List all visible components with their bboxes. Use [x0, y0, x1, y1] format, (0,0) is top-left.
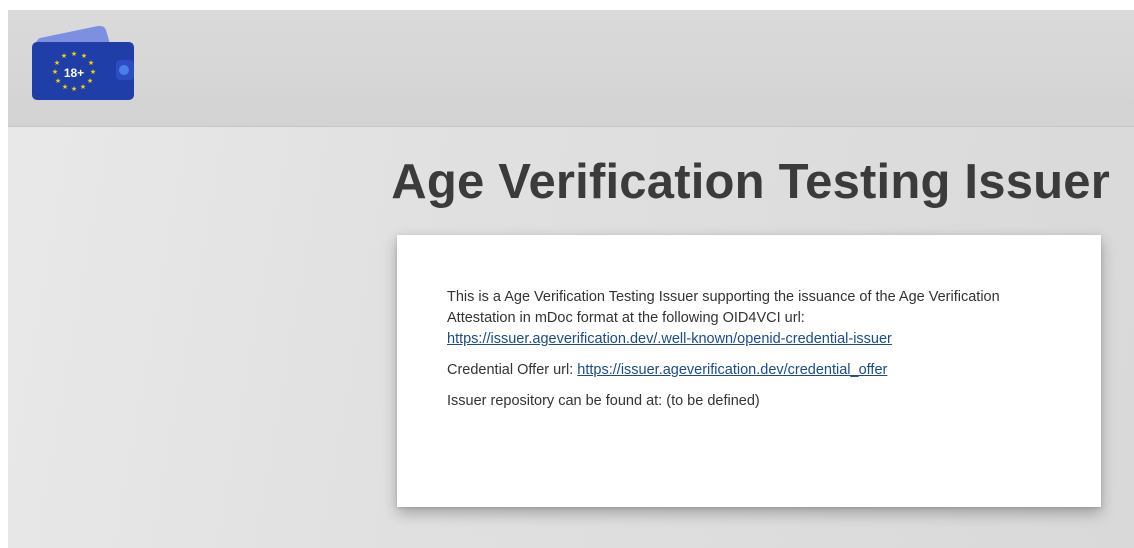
svg-text:★: ★ [54, 59, 60, 67]
offer-label: Credential Offer url: [447, 362, 574, 378]
svg-text:★: ★ [71, 85, 77, 93]
age-18-plus-wallet-icon[interactable]: ★ ★ ★ ★ ★ ★ ★ ★ ★ ★ ★ ★ 18+ [28, 22, 136, 102]
intro-text: This is a Age Verification Testing Issue… [447, 289, 1000, 326]
header-bar: ★ ★ ★ ★ ★ ★ ★ ★ ★ ★ ★ ★ 18+ [8, 10, 1134, 127]
svg-text:★: ★ [61, 52, 67, 60]
credential-offer-link[interactable]: https://issuer.ageverification.dev/crede… [577, 362, 887, 378]
svg-text:★: ★ [87, 77, 93, 85]
issuer-url-link[interactable]: https://issuer.ageverification.dev/.well… [447, 331, 892, 347]
svg-text:★: ★ [55, 77, 61, 85]
svg-text:★: ★ [90, 68, 96, 76]
svg-text:★: ★ [80, 83, 86, 91]
offer-paragraph: Credential Offer url: https://issuer.age… [447, 360, 1047, 381]
page-title: Age Verification Testing Issuer [391, 155, 1110, 209]
page-frame: ★ ★ ★ ★ ★ ★ ★ ★ ★ ★ ★ ★ 18+ Age Verifica… [8, 10, 1134, 548]
info-card-body: This is a Age Verification Testing Issue… [447, 287, 1047, 422]
svg-text:★: ★ [62, 83, 68, 91]
svg-text:★: ★ [52, 68, 58, 76]
info-card: This is a Age Verification Testing Issue… [397, 235, 1101, 507]
intro-paragraph: This is a Age Verification Testing Issue… [447, 287, 1047, 350]
svg-text:★: ★ [88, 59, 94, 67]
svg-text:★: ★ [81, 52, 87, 60]
repository-paragraph: Issuer repository can be found at: (to b… [447, 393, 760, 409]
svg-text:★: ★ [71, 50, 77, 58]
logo-age-text: 18+ [64, 66, 84, 80]
